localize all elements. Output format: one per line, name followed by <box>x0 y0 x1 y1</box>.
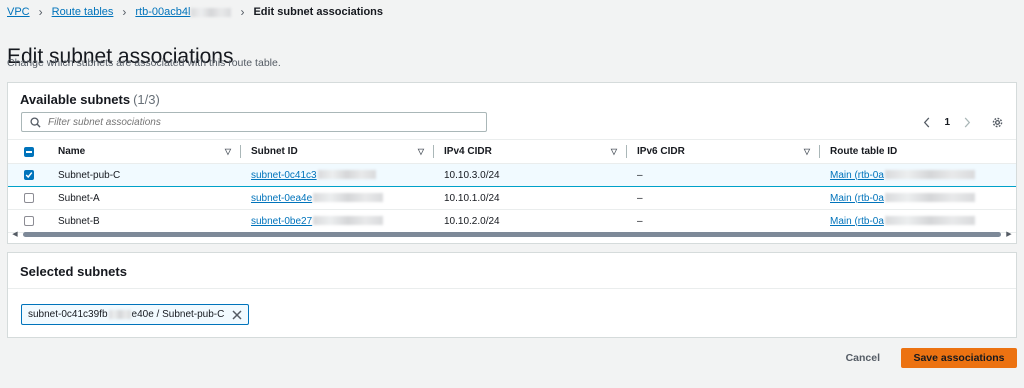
sort-icon: ▽ <box>224 147 231 156</box>
breadcrumb-route-tables-link[interactable]: Route tables <box>52 6 114 18</box>
route-table-link[interactable]: Main (rtb-0a <box>830 216 975 227</box>
save-associations-button[interactable]: Save associations <box>901 348 1017 368</box>
chevron-right-icon: › <box>122 5 127 19</box>
previous-page-button[interactable] <box>918 113 936 131</box>
token-label-prefix: subnet-0c41c39fb <box>28 309 108 320</box>
available-subnets-header: Available subnets (1/3) <box>20 92 160 107</box>
horizontal-scrollbar[interactable]: ◀ ▶ <box>10 229 1014 239</box>
ipv4-cidr: 10.10.3.0/24 <box>444 169 500 181</box>
subnet-id-link[interactable]: subnet-0c41c3 <box>251 170 376 181</box>
route-table-text: Main (rtb-0a <box>830 215 884 227</box>
sort-icon: ▽ <box>803 147 810 156</box>
breadcrumb-route-table-label: rtb-00acb4l <box>135 6 191 18</box>
route-table-link[interactable]: Main (rtb-0a <box>830 193 975 204</box>
subnet-name: Subnet-A <box>58 192 100 204</box>
column-label: Name <box>58 146 86 157</box>
selected-subnet-token: subnet-0c41c39fb e40e / Subnet-pub-C <box>21 304 250 325</box>
select-all-checkbox[interactable] <box>24 146 34 157</box>
redacted-blur <box>313 216 384 226</box>
column-label: IPv6 CIDR <box>637 146 685 157</box>
row-checkbox[interactable] <box>24 216 34 226</box>
row-checkbox[interactable] <box>24 193 34 203</box>
token-label-suffix: e40e / Subnet-pub-C <box>131 309 225 320</box>
redacted-blur <box>313 193 384 203</box>
selected-subnets-panel: Selected subnets subnet-0c41c39fb e40e / … <box>7 252 1017 338</box>
available-subnets-title: Available subnets <box>20 92 131 107</box>
column-header-ipv6-cidr[interactable]: IPv6 CIDR ▽ <box>627 139 820 164</box>
redacted-blur <box>884 170 975 180</box>
table-row[interactable]: Subnet-pub-C subnet-0c41c3 10.10.3.0/24 … <box>8 163 1016 187</box>
checkmark-icon <box>25 172 33 179</box>
sort-icon: ▽ <box>417 147 424 156</box>
column-header-name[interactable]: Name ▽ <box>48 139 241 164</box>
ipv6-cidr: – <box>637 169 643 181</box>
chevron-right-icon <box>964 116 971 128</box>
column-label: Route table ID <box>830 146 898 157</box>
redacted-blur <box>191 7 232 17</box>
column-label: Subnet ID <box>251 146 298 157</box>
table-header-row: Name ▽ Subnet ID ▽ IPv4 CIDR ▽ IPv6 CIDR ▽ R… <box>8 139 1016 164</box>
scroll-right-icon[interactable]: ▶ <box>1004 230 1014 238</box>
subnet-id-text: subnet-0ea4e <box>251 192 313 204</box>
redacted-blur <box>108 310 131 319</box>
column-label: IPv4 CIDR <box>444 146 492 157</box>
ipv6-cidr: – <box>637 215 643 227</box>
route-table-text: Main (rtb-0a <box>830 192 884 204</box>
breadcrumb-route-table-link[interactable]: rtb-00acb4l <box>135 6 232 18</box>
available-subnets-panel: Available subnets(1/3) 1 Name ▽ <box>7 82 1017 244</box>
table-row[interactable]: Subnet-A subnet-0ea4e 10.10.1.0/24 – Mai… <box>8 186 1016 210</box>
subnet-id-link[interactable]: subnet-0be27 <box>251 215 384 227</box>
scrollbar-thumb[interactable] <box>23 231 1001 237</box>
row-select-cell <box>8 163 48 187</box>
subnet-id-text: subnet-0c41c3 <box>251 169 317 181</box>
row-select-cell <box>8 186 48 210</box>
scroll-left-icon[interactable]: ◀ <box>10 230 20 238</box>
column-header-subnet-id[interactable]: Subnet ID ▽ <box>241 139 434 164</box>
ipv6-cidr: – <box>637 192 643 204</box>
redacted-blur <box>317 170 376 180</box>
page-number[interactable]: 1 <box>944 117 950 128</box>
form-actions: Cancel Save associations <box>846 348 1017 368</box>
filter-input[interactable] <box>46 115 470 129</box>
cancel-button[interactable]: Cancel <box>846 352 880 364</box>
row-checkbox[interactable] <box>24 170 34 180</box>
next-page-button[interactable] <box>958 113 976 131</box>
sort-icon: ▽ <box>610 147 617 156</box>
breadcrumb: VPC › Route tables › rtb-00acb4l › Edit … <box>7 4 383 20</box>
subnet-name: Subnet-B <box>58 215 100 227</box>
divider <box>8 288 1016 289</box>
breadcrumb-vpc-link[interactable]: VPC <box>7 6 30 18</box>
column-header-ipv4-cidr[interactable]: IPv4 CIDR ▽ <box>434 139 627 164</box>
ipv4-cidr: 10.10.2.0/24 <box>444 215 500 227</box>
redacted-blur <box>884 216 975 226</box>
search-icon <box>27 114 43 130</box>
route-table-text: Main (rtb-0a <box>830 169 884 181</box>
remove-token-button[interactable] <box>230 308 244 322</box>
select-all-cell <box>8 139 48 164</box>
route-table-link[interactable]: Main (rtb-0a <box>830 170 975 181</box>
subnet-id-text: subnet-0be27 <box>251 215 313 227</box>
subnet-name: Subnet-pub-C <box>58 169 121 181</box>
page-description: Change which subnets are associated with… <box>7 57 281 69</box>
gear-icon <box>992 117 1002 127</box>
chevron-left-icon <box>924 116 930 128</box>
ipv4-cidr: 10.10.1.0/24 <box>444 192 500 204</box>
chevron-right-icon: › <box>38 5 43 19</box>
preferences-button[interactable] <box>988 113 1006 131</box>
pagination: 1 <box>918 113 1006 131</box>
chevron-right-icon: › <box>240 5 245 19</box>
filter-subnets <box>21 112 487 132</box>
close-icon <box>232 309 242 320</box>
subnet-id-link[interactable]: subnet-0ea4e <box>251 192 384 204</box>
column-header-route-table-id[interactable]: Route table ID <box>820 139 1016 164</box>
selection-count: (1/3) <box>133 92 160 107</box>
subnets-table: Name ▽ Subnet ID ▽ IPv4 CIDR ▽ IPv6 CIDR ▽ R… <box>8 139 1016 233</box>
selected-subnets-title: Selected subnets <box>20 264 127 279</box>
redacted-blur <box>884 193 975 203</box>
breadcrumb-current: Edit subnet associations <box>253 6 384 18</box>
